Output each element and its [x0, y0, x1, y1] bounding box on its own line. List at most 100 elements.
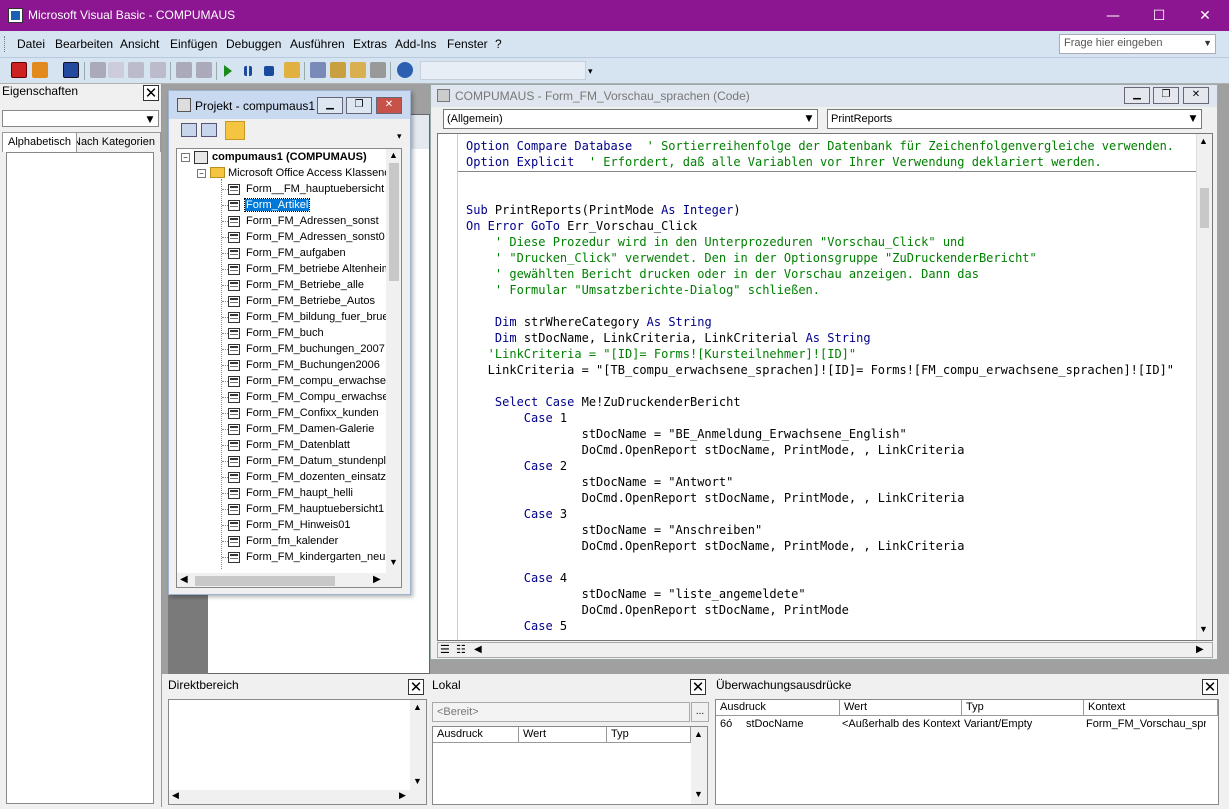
immediate-input[interactable]: ▲ ▼ ◀ ▶	[168, 699, 427, 805]
code-line[interactable]: Case 5	[466, 618, 567, 634]
tree-item[interactable]: Form_FM_Adressen_sonst	[245, 215, 380, 227]
pause-icon[interactable]	[244, 66, 252, 76]
scroll-down-icon[interactable]: ▼	[389, 557, 398, 567]
tree-root[interactable]: compumaus1 (COMPUMAUS)	[212, 151, 367, 163]
tree-item[interactable]: Form_FM_Datenblatt	[245, 439, 351, 451]
object-combo[interactable]: (Allgemein) ▼	[443, 109, 818, 129]
project-close-button[interactable]: ✕	[376, 97, 402, 114]
watch-col-wert[interactable]: Wert	[840, 700, 962, 716]
code-line[interactable]: Sub PrintReports(PrintMode As Integer)	[466, 202, 741, 218]
menu-help[interactable]: ?	[495, 37, 502, 51]
locals-col-ausdruck[interactable]: Ausdruck	[433, 727, 519, 743]
scroll-up-icon[interactable]: ▲	[694, 729, 703, 739]
full-module-view-icon[interactable]: ☷	[456, 643, 466, 656]
scroll-up-icon[interactable]: ▲	[389, 150, 398, 160]
watches-list[interactable]: Ausdruck Wert Typ Kontext 6ó stDocName <…	[715, 699, 1219, 805]
immediate-hscroll[interactable]: ◀ ▶	[169, 790, 426, 804]
properties-window-icon[interactable]	[330, 62, 346, 78]
code-horizontal-scrollbar[interactable]: ☰ ☷ ◀ ▶	[437, 642, 1213, 658]
maximize-button[interactable]: ☐	[1136, 0, 1182, 31]
tree-item[interactable]: Form_FM_Confixx_kunden	[245, 407, 380, 419]
code-line[interactable]: DoCmd.OpenReport stDocName, PrintMode	[466, 602, 849, 618]
find-icon[interactable]	[150, 62, 166, 78]
toolbox-icon[interactable]	[370, 62, 386, 78]
toggle-folders-icon[interactable]	[225, 121, 245, 140]
watch-col-kontext[interactable]: Kontext	[1084, 700, 1218, 716]
menu-einfuegen[interactable]: Einfügen	[170, 37, 217, 51]
collapse-root-icon[interactable]: −	[181, 153, 190, 162]
tree-item[interactable]: Form_FM_buchungen_2007	[245, 343, 386, 355]
view-object-icon[interactable]	[201, 123, 217, 137]
menu-grip[interactable]	[4, 36, 7, 52]
tree-item[interactable]: Form_FM_Datum_stundenplan	[245, 455, 399, 467]
procedure-combo[interactable]: PrintReports ▼	[827, 109, 1202, 129]
tree-item[interactable]: Form_FM_Betriebe_alle	[245, 279, 365, 291]
close-icon[interactable]: ✕	[690, 679, 706, 695]
project-minimize-button[interactable]: ▁	[317, 97, 343, 114]
access-view-icon[interactable]	[11, 62, 27, 78]
watch-col-ausdruck[interactable]: Ausdruck	[716, 700, 840, 716]
tree-item[interactable]: Form_fm_kalender	[245, 535, 339, 547]
code-window[interactable]: COMPUMAUS - Form_FM_Vorschau_sprachen (C…	[430, 84, 1218, 660]
design-mode-icon[interactable]	[284, 62, 300, 78]
scroll-left-icon[interactable]: ◀	[180, 574, 188, 585]
code-line[interactable]: stDocName = "Antwort"	[466, 474, 734, 490]
menu-add-ins[interactable]: Add-Ins	[395, 37, 436, 51]
scroll-right-icon[interactable]: ▶	[1196, 644, 1204, 655]
immediate-vscroll[interactable]: ▲ ▼	[410, 700, 426, 790]
tree-item[interactable]: Form_FM_Damen-Galerie	[245, 423, 375, 435]
watch-row[interactable]: 6ó stDocName <Außerhalb des Kontexts> Va…	[716, 717, 1218, 733]
minimize-button[interactable]: —	[1090, 0, 1136, 31]
help-icon[interactable]	[397, 62, 413, 78]
scroll-down-icon[interactable]: ▼	[1199, 624, 1208, 634]
tree-scroll-thumb[interactable]	[389, 163, 399, 281]
scroll-left-icon[interactable]: ◀	[172, 790, 179, 801]
tree-item[interactable]: Form_FM_dozenten_einsatz	[245, 471, 387, 483]
chevron-down-icon[interactable]: ▼	[1186, 111, 1200, 127]
code-line[interactable]: DoCmd.OpenReport stDocName, PrintMode, ,…	[466, 490, 965, 506]
project-explorer-icon[interactable]	[310, 62, 326, 78]
scroll-up-icon[interactable]: ▲	[413, 702, 422, 712]
code-line[interactable]: ' Diese Prozedur wird in den Unterprozed…	[466, 234, 965, 250]
project-tree[interactable]: − compumaus1 (COMPUMAUS) − Microsoft Off…	[176, 148, 402, 588]
tree-item[interactable]: Form_FM_Adressen_sonst0	[245, 231, 386, 243]
code-line[interactable]: Dim strWhereCategory As String	[466, 314, 712, 330]
code-line[interactable]: Dim stDocName, LinkCriteria, LinkCriteri…	[466, 330, 871, 346]
tree-item[interactable]: Form_FM_bildung_fuer_bruehl	[245, 311, 398, 323]
call-stack-button[interactable]: ...	[691, 702, 709, 722]
tree-folder[interactable]: Microsoft Office Access Klassenobjekte	[228, 167, 401, 179]
menu-fenster[interactable]: Fenster	[447, 37, 488, 51]
tree-item[interactable]: Form_FM_hauptuebersicht1	[245, 503, 385, 515]
code-line[interactable]: Select Case Me!ZuDruckenderBericht	[466, 394, 741, 410]
undo-icon[interactable]	[176, 62, 192, 78]
code-line[interactable]: On Error GoTo Err_Vorschau_Click	[466, 218, 697, 234]
scroll-down-icon[interactable]: ▼	[413, 776, 422, 786]
project-explorer-window[interactable]: Projekt - compumaus1 ▁ ❐ ✕ ▾ − compumaus…	[168, 90, 411, 595]
code-line[interactable]: Case 1	[466, 410, 567, 426]
code-close-button[interactable]: ✕	[1183, 87, 1209, 104]
properties-list[interactable]	[6, 152, 154, 804]
scroll-up-icon[interactable]: ▲	[1199, 136, 1208, 146]
close-icon[interactable]: ✕	[143, 85, 159, 101]
menu-ausfuehren[interactable]: Ausführen	[290, 37, 345, 51]
tree-horizontal-scrollbar[interactable]: ◀ ▶	[177, 573, 401, 587]
menu-bearbeiten[interactable]: Bearbeiten	[55, 37, 113, 51]
code-line[interactable]: DoCmd.OpenReport stDocName, PrintMode, ,…	[466, 538, 965, 554]
save-icon[interactable]	[63, 62, 79, 78]
view-code-icon[interactable]	[181, 123, 197, 137]
code-line[interactable]: DoCmd.OpenReport stDocName, PrintMode, ,…	[466, 442, 965, 458]
tree-item[interactable]: Form_FM_Betriebe_Autos	[245, 295, 376, 307]
locals-col-wert[interactable]: Wert	[519, 727, 607, 743]
locals-vscroll[interactable]: ▲ ▼	[691, 727, 707, 804]
scroll-down-icon[interactable]: ▼	[694, 789, 703, 799]
code-line[interactable]: 'LinkCriteria = "[ID]= Forms![Kursteilne…	[466, 346, 856, 362]
code-line[interactable]: Case 3	[466, 506, 567, 522]
watch-col-typ[interactable]: Typ	[962, 700, 1084, 716]
code-line[interactable]: Option Explicit ' Erfordert, daß alle Va…	[466, 154, 1102, 170]
tree-item[interactable]: Form_FM_haupt_helli	[245, 487, 354, 499]
tree-item[interactable]: Form_Artikel	[243, 198, 311, 212]
code-minimize-button[interactable]: ▁	[1124, 87, 1150, 104]
chevron-down-icon[interactable]: ▼	[143, 112, 157, 128]
code-scroll-thumb[interactable]	[1200, 188, 1209, 228]
tree-item[interactable]: Form__FM_hauptuebersicht	[245, 183, 385, 195]
